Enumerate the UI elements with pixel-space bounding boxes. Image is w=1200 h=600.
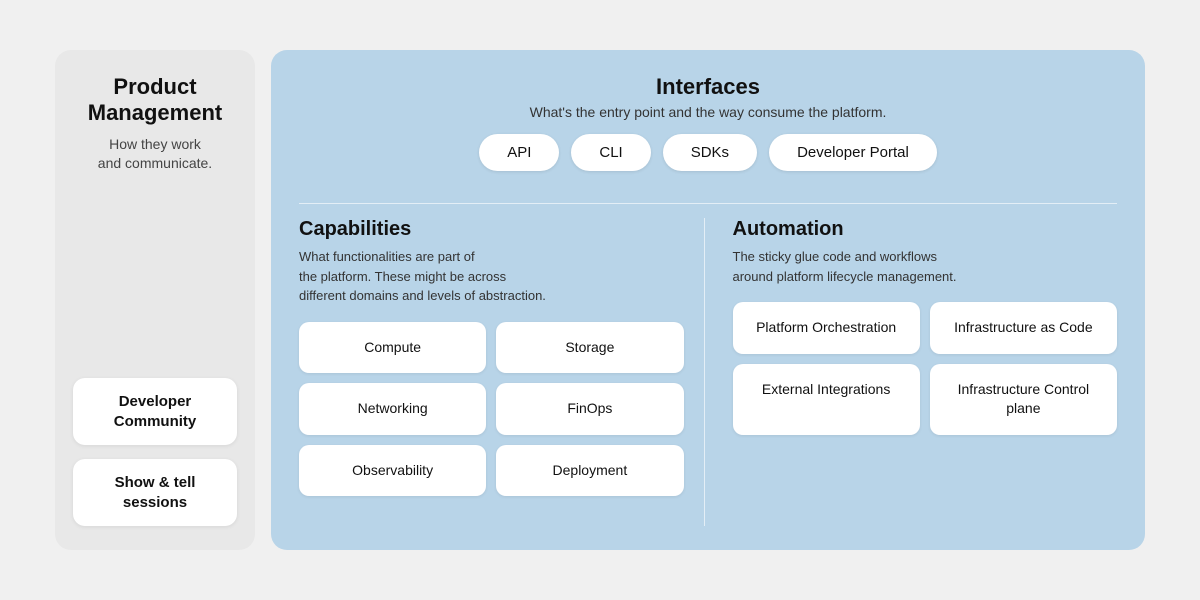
interfaces-title: Interfaces xyxy=(299,74,1117,100)
card-infrastructure-as-code: Infrastructure as Code xyxy=(930,302,1117,354)
show-tell-sessions-card[interactable]: Show & tell sessions xyxy=(73,459,237,526)
automation-title: Automation xyxy=(733,218,1118,241)
card-compute: Compute xyxy=(299,322,486,374)
capabilities-title: Capabilities xyxy=(299,218,684,241)
main-content: Interfaces What's the entry point and th… xyxy=(271,50,1145,550)
divider xyxy=(299,203,1117,204)
automation-grid: Platform Orchestration Infrastructure as… xyxy=(733,302,1118,435)
lower-section: Capabilities What functionalities are pa… xyxy=(299,218,1117,526)
card-platform-orchestration: Platform Orchestration xyxy=(733,302,920,354)
sidebar-subtitle: How they work and communicate. xyxy=(98,135,212,174)
automation-column: Automation The sticky glue code and work… xyxy=(705,218,1118,526)
card-deployment: Deployment xyxy=(496,445,683,497)
pill-sdks: SDKs xyxy=(663,134,757,171)
card-networking: Networking xyxy=(299,383,486,435)
capabilities-column: Capabilities What functionalities are pa… xyxy=(299,218,705,526)
interfaces-pills: API CLI SDKs Developer Portal xyxy=(299,134,1117,171)
sidebar-title: Product Management xyxy=(88,74,222,127)
pill-cli: CLI xyxy=(571,134,650,171)
card-infrastructure-control-plane: Infrastructure Control plane xyxy=(930,364,1117,435)
pill-developer-portal: Developer Portal xyxy=(769,134,937,171)
pill-api: API xyxy=(479,134,559,171)
card-external-integrations: External Integrations xyxy=(733,364,920,435)
capabilities-grid: Compute Storage Networking FinOps Observ… xyxy=(299,322,684,497)
automation-desc: The sticky glue code and workflows aroun… xyxy=(733,247,1118,286)
card-observability: Observability xyxy=(299,445,486,497)
developer-community-card[interactable]: Developer Community xyxy=(73,378,237,445)
interfaces-desc: What's the entry point and the way consu… xyxy=(299,104,1117,120)
capabilities-desc: What functionalities are part of the pla… xyxy=(299,247,684,306)
sidebar: Product Management How they work and com… xyxy=(55,50,255,550)
card-storage: Storage xyxy=(496,322,683,374)
interfaces-section: Interfaces What's the entry point and th… xyxy=(299,74,1117,171)
card-finops: FinOps xyxy=(496,383,683,435)
